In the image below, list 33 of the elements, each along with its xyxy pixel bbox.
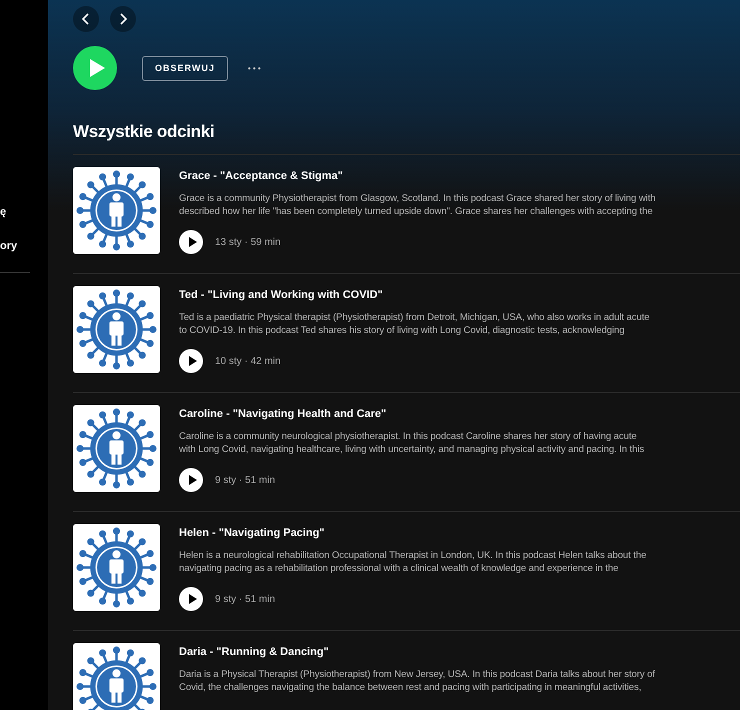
episode-description: Helen is a neurological rehabilitation Occupational Therapist in London, UK. In this podcast Helen talks about the navigating pacing as a rehabilitation professional with a clinical wealth of knowledge and experience in the [179, 549, 646, 575]
episode-title[interactable]: Caroline - "Navigating Health and Care" [179, 408, 644, 420]
play-button[interactable] [73, 46, 117, 90]
sidebar-item[interactable]: ory [0, 240, 18, 252]
sidebar-item[interactable]: ę [0, 206, 6, 218]
episode-date-duration: 10 sty · 42 min [215, 356, 281, 366]
episode-description: Caroline is a community neurological physiotherapist. In this podcast Caroline shares her story of having acute with Long Covid, navigating healthcare, living with uncertainty, and managing physical activity and pacing. In this [179, 430, 644, 456]
play-icon [188, 475, 196, 485]
play-icon [188, 594, 196, 604]
play-button[interactable] [179, 587, 203, 611]
follow-button[interactable]: OBSERWUJ [142, 56, 228, 80]
episode-date-duration: 9 sty · 51 min [215, 474, 276, 486]
episode-title[interactable]: Grace - "Acceptance & Stigma" [179, 170, 656, 182]
forward-button[interactable] [110, 6, 136, 32]
chevron-right-icon [118, 13, 128, 25]
play-button[interactable] [179, 230, 203, 254]
episode-description: Daria is a Physical Therapist (Physiotherapist) from New Jersey, USA. In this podcast Daria talks about her story of Covid, the challenges navigating the balance between rest and pacing with participating in meaningful activities, [179, 668, 655, 694]
more-button[interactable]: • • • [248, 64, 261, 72]
section-title: Wszystkie odcinki [73, 122, 216, 142]
episode-date-duration: 13 sty · 59 min [215, 236, 281, 248]
play-button[interactable] [179, 468, 203, 492]
play-icon [188, 356, 196, 366]
episode-date-duration: 9 sty · 51 min [215, 594, 276, 604]
play-icon [88, 58, 106, 78]
episode-title[interactable]: Daria - "Running & Dancing" [179, 646, 655, 658]
episode-description: Ted is a paediatric Physical therapist (Physiotherapist) from Detroit, Michigan, USA, who also works in adult acute to COVID-19. In this podcast Ted shares his story of living with Long Covid, diagnostic tests, acknowledging [179, 311, 650, 337]
play-button[interactable] [179, 349, 203, 373]
play-icon [188, 237, 196, 247]
episode-title[interactable]: Helen - "Navigating Pacing" [179, 527, 646, 539]
episode-title[interactable]: Ted - "Living and Working with COVID" [179, 289, 650, 301]
episode-description: Grace is a community Physiotherapist from Glasgow, Scotland. In this podcast Grace shared her story of living with described how her life "has been completely turned upside down". Grace shares her challenges with accepting the [179, 192, 656, 218]
back-button[interactable] [73, 6, 99, 32]
chevron-left-icon [81, 13, 91, 25]
